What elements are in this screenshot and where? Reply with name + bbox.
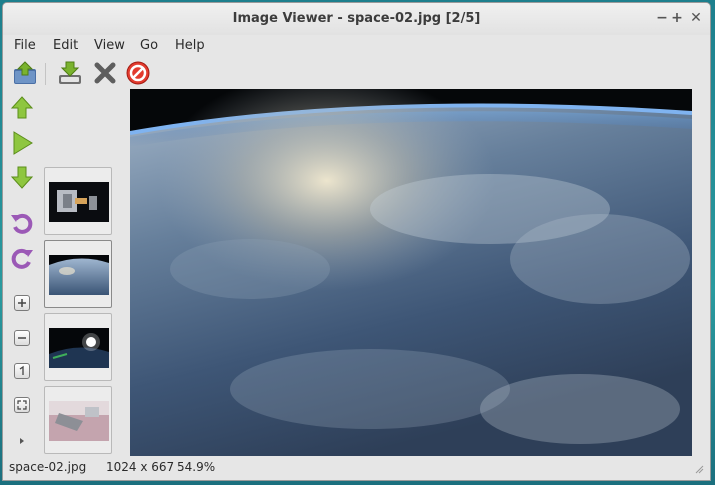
thumbnail-image	[49, 401, 109, 441]
menu-help[interactable]: Help	[175, 38, 205, 53]
status-filename: space-02.jpg	[9, 460, 87, 474]
thumbnail-image	[49, 182, 109, 222]
resize-grip-icon[interactable]	[694, 463, 704, 474]
thumbnail-image	[49, 255, 109, 295]
play-icon[interactable]	[9, 130, 35, 156]
zoom-in-icon[interactable]	[14, 295, 30, 311]
stop-icon[interactable]	[124, 59, 152, 87]
menu-file[interactable]: File	[14, 38, 36, 53]
toolbar-separator	[45, 63, 46, 85]
status-bar: space-02.jpg 1024 x 667 54.9%	[3, 457, 710, 479]
rotate-cw-icon[interactable]	[9, 245, 35, 271]
maximize-button[interactable]: +	[668, 9, 686, 27]
earth-photo	[130, 89, 692, 456]
thumbnail-4[interactable]	[44, 386, 112, 454]
save-download-icon[interactable]	[56, 59, 84, 87]
open-folder-icon[interactable]	[11, 59, 39, 87]
zoom-fit-icon[interactable]	[14, 397, 30, 413]
thumbnail-2-selected[interactable]	[44, 240, 112, 308]
arrow-up-icon[interactable]	[9, 95, 35, 121]
menu-bar: File Edit View Go Help	[3, 35, 710, 57]
close-button[interactable]: ✕	[687, 9, 705, 27]
thumbnail-1[interactable]	[44, 167, 112, 235]
menu-go[interactable]: Go	[140, 38, 158, 53]
status-zoom: 54.9%	[177, 460, 216, 474]
expand-arrow-icon[interactable]	[17, 435, 27, 445]
window-title: Image Viewer - space-02.jpg [2/5]	[232, 11, 481, 26]
status-dimensions: 1024 x 667	[106, 460, 175, 474]
image-viewport[interactable]	[130, 89, 692, 456]
thumbnail-strip	[41, 91, 127, 454]
thumbnail-image	[49, 328, 109, 368]
menu-edit[interactable]: Edit	[53, 38, 78, 53]
zoom-100-icon[interactable]	[14, 363, 30, 379]
side-toolbar	[3, 91, 41, 453]
toolbar	[3, 57, 710, 89]
zoom-out-icon[interactable]	[14, 330, 30, 346]
title-bar[interactable]: Image Viewer - space-02.jpg [2/5] − + ✕	[3, 3, 710, 35]
image-viewer-window: Image Viewer - space-02.jpg [2/5] − + ✕ …	[2, 2, 711, 481]
menu-view[interactable]: View	[94, 38, 125, 53]
thumbnail-3[interactable]	[44, 313, 112, 381]
arrow-down-icon[interactable]	[9, 164, 35, 190]
close-x-icon[interactable]	[91, 59, 119, 87]
rotate-ccw-icon[interactable]	[9, 210, 35, 236]
